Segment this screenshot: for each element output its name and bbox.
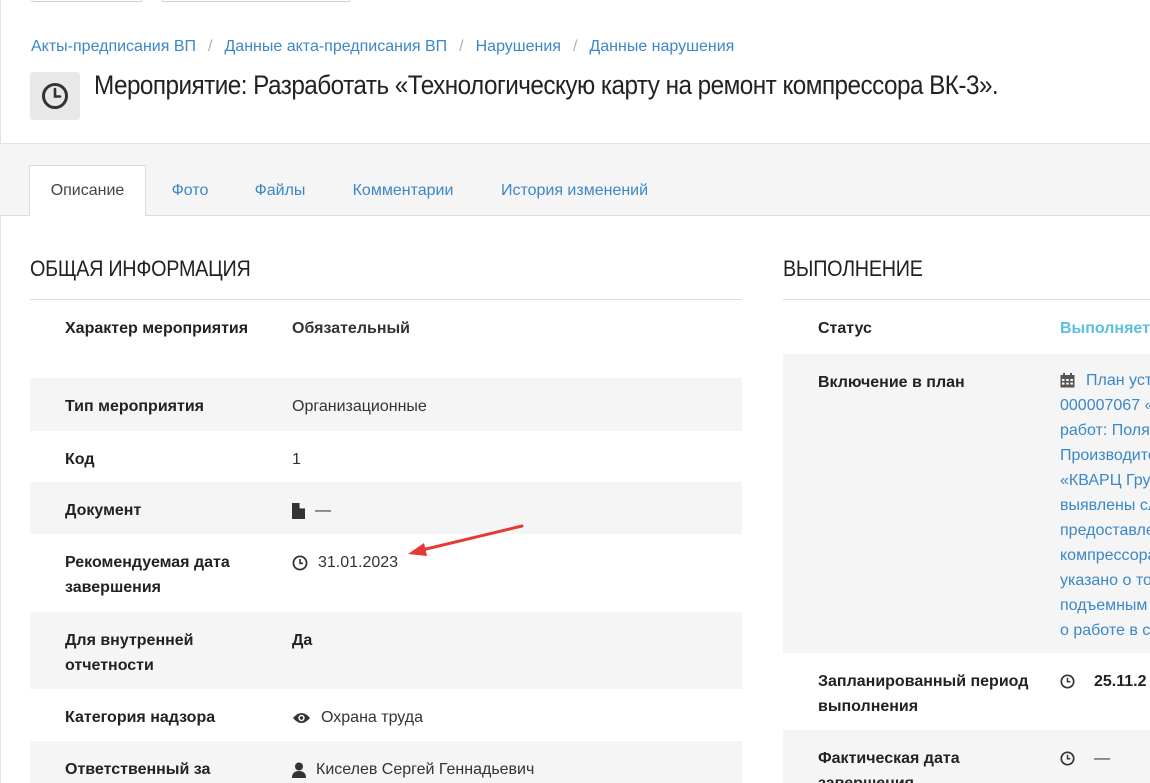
planned-value: 25.11.2 [1094,673,1147,690]
breadcrumb-item-violation-data[interactable]: Данные нарушения [589,38,734,56]
plan-line: предоставле [1060,522,1150,539]
eye-icon [292,711,311,725]
breadcrumb-separator: / [459,38,464,55]
field-value: 1 [292,451,301,468]
section-title-execution: ВЫПОЛНЕНИЕ [783,256,923,281]
breadcrumb: Акты-предписания ВП / Данные акта-предпи… [31,38,734,56]
plan-line: выявлены сл [1060,497,1150,514]
plan-link[interactable]: План уст 000007067 « работ: Поля Произво… [1060,368,1150,643]
field-label: Код [65,451,95,468]
field-value: Да [292,632,313,649]
field-label: Документ [65,502,142,519]
tab-files[interactable]: Файлы [242,165,318,217]
field-row-document: Документ — [30,482,742,534]
field-label: Запланированный период выполнения [818,673,1029,715]
field-row-type: Тип мероприятия Организационные [30,378,742,431]
field-row-actual-date: Фактическая дата завершения — [783,730,1150,783]
breadcrumb-item-acts[interactable]: Акты-предписания ВП [31,38,196,56]
file-icon [292,502,305,519]
clock-icon [30,72,80,120]
plan-line: Производите [1060,447,1150,464]
clock-icon [1060,674,1075,689]
field-value: Охрана труда [321,709,423,726]
field-label: Включение в план [818,374,965,391]
field-label: Категория надзора [65,709,216,726]
plan-line: компрессора [1060,547,1150,564]
calendar-icon [1060,373,1075,388]
field-label: Для внутренней отчетности [65,632,194,674]
breadcrumb-separator: / [572,38,578,55]
field-value: — [315,502,331,519]
user-icon [292,762,306,778]
breadcrumb-item-act-data[interactable]: Данные акта-предписания ВП [224,38,447,56]
field-value-date: 31.01.2023 [318,554,399,571]
actual-value: — [1094,750,1110,767]
field-label: Характер мероприятия [65,320,249,337]
field-value: Организационные [292,398,427,415]
field-value-required: Обязательный [292,320,410,337]
plan-line: План уст [1086,372,1150,389]
plan-line: указано о то [1060,572,1150,589]
field-label: Тип мероприятия [65,398,205,415]
field-row-code: Код 1 [30,431,742,482]
field-row-planned-period: Запланированный период выполнения 25.11.… [783,653,1150,730]
field-row-supervision: Категория надзора Охрана труда [30,689,742,741]
tab-bar: Описание Фото Файлы Комментарии История … [0,143,1150,217]
clock-icon [292,555,308,571]
main-content: ОБЩАЯ ИНФОРМАЦИЯ Характер мероприятия Об… [0,216,1150,783]
field-value-wrap: — [292,498,331,523]
field-row-recommended-date: Рекомендуемая дата завершения 31.01.2023 [30,534,742,612]
field-label: Рекомендуемая дата завершения [65,554,230,596]
field-row-internal-reporting: Для внутренней отчетности Да [30,612,742,689]
field-value-person: Киселев Сергей Геннадьевич [316,761,535,778]
clock-icon [1060,751,1075,766]
tab-description[interactable]: Описание [29,165,146,217]
field-label: Статус [818,320,872,337]
status-value: Выполняет [1060,320,1150,337]
field-value-wrap: 31.01.2023 [292,550,398,575]
plan-line: работ: Поля [1060,422,1150,439]
field-row-character: Характер мероприятия Обязательный [30,300,742,378]
top-button-2[interactable] [161,0,351,2]
field-label: Фактическая дата завершения [818,750,960,783]
field-label: Ответственный за [65,761,211,778]
tab-history[interactable]: История изменений [487,165,662,217]
page-header: Акты-предписания ВП / Данные акта-предпи… [0,0,1150,143]
field-value-wrap: Киселев Сергей Геннадьевич [292,757,534,782]
field-row-status: Статус Выполняет [783,300,1150,354]
field-row-plan: Включение в план План уст 000007067 « ра… [783,354,1150,653]
field-row-responsible: Ответственный за Киселев Сергей Геннадье… [30,741,742,783]
breadcrumb-separator: / [208,38,213,55]
page-title: Мероприятие: Разработать «Технологическу… [94,70,999,100]
section-title-general: ОБЩАЯ ИНФОРМАЦИЯ [30,256,251,281]
plan-line: «КВАРЦ Гру [1060,472,1150,489]
plan-line: о работе в с [1060,622,1150,639]
field-value-wrap: Охрана труда [292,705,423,730]
field-value-wrap: 25.11.2 [1060,669,1147,694]
top-button-1[interactable] [31,0,143,2]
plan-line: 000007067 « [1060,397,1150,414]
plan-line: подъемным [1060,597,1148,614]
tab-comments[interactable]: Комментарии [340,165,466,217]
tab-photo[interactable]: Фото [155,165,225,217]
breadcrumb-item-violations[interactable]: Нарушения [476,38,561,56]
field-value-wrap: — [1060,746,1110,771]
